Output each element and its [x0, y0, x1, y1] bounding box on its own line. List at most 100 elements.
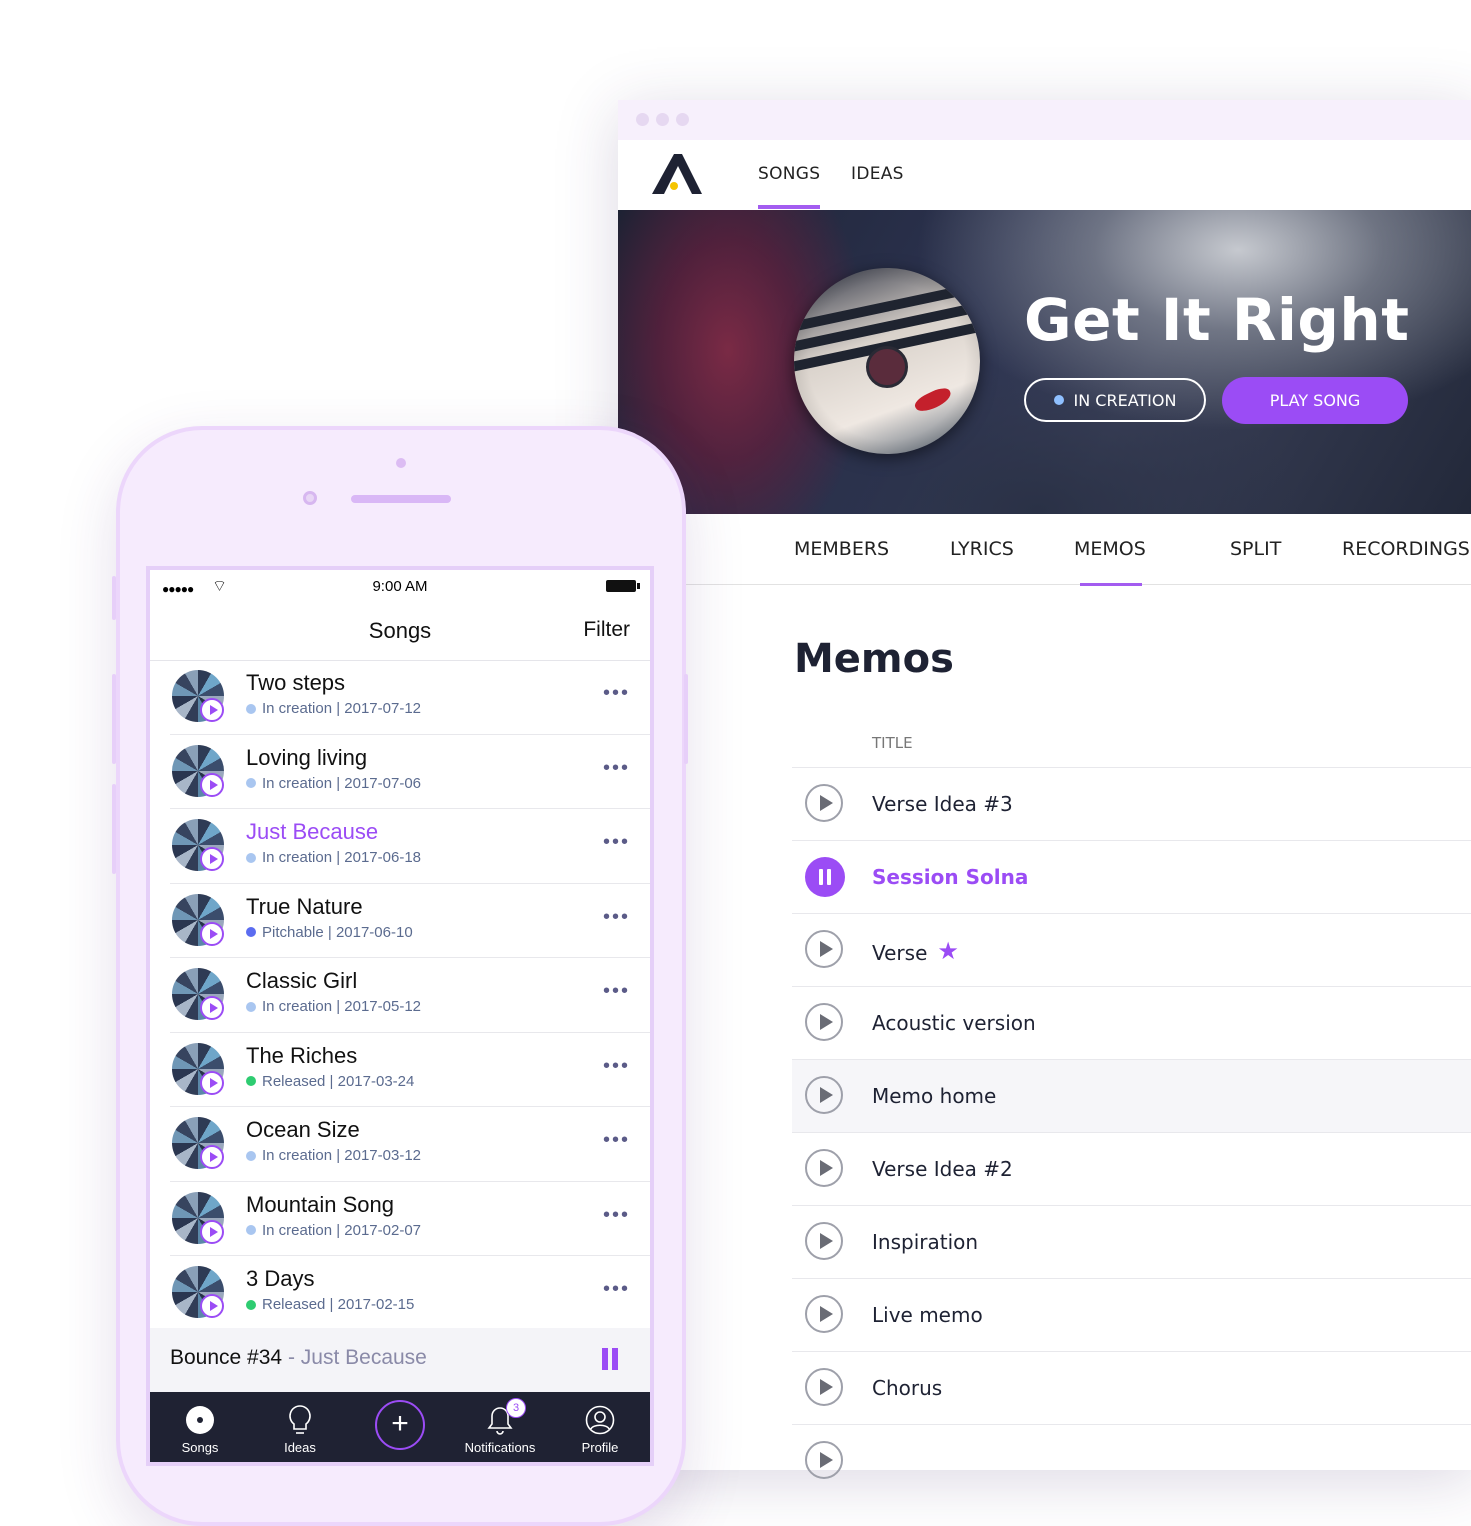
window-maximize-dot[interactable]: [676, 113, 689, 126]
song-row[interactable]: 3 Days Released | 2017-02-15 •••: [170, 1256, 650, 1330]
sensor: [396, 458, 406, 468]
more-options-icon[interactable]: •••: [603, 1055, 630, 1078]
more-options-icon[interactable]: •••: [603, 757, 630, 780]
play-icon[interactable]: [200, 772, 224, 797]
memo-row[interactable]: Verse Idea #3: [792, 767, 1471, 840]
more-options-icon[interactable]: •••: [603, 906, 630, 929]
tab-label: Notifications: [464, 1440, 536, 1455]
play-song-button[interactable]: PLAY SONG: [1222, 377, 1408, 424]
tab-memos[interactable]: MEMOS: [1074, 538, 1146, 586]
song-meta: Pitchable | 2017-06-10: [246, 924, 413, 941]
now-playing-title: Bounce #34 - Just Because: [170, 1346, 427, 1370]
memo-row[interactable]: Chorus: [792, 1351, 1471, 1424]
play-icon[interactable]: [805, 1003, 843, 1041]
play-icon[interactable]: [805, 1222, 843, 1260]
tab-members[interactable]: MEMBERS: [794, 538, 889, 560]
song-row[interactable]: Mountain Song In creation | 2017-02-07 •••: [170, 1182, 650, 1256]
play-icon[interactable]: [200, 996, 224, 1020]
mute-switch[interactable]: [112, 576, 116, 620]
volume-down-button[interactable]: [112, 784, 116, 874]
status-dot-icon: [246, 927, 256, 937]
song-status-date: In creation | 2017-03-12: [262, 1147, 422, 1164]
add-button[interactable]: +: [375, 1400, 425, 1450]
play-icon[interactable]: [805, 1295, 843, 1333]
play-icon[interactable]: [200, 921, 224, 946]
song-title: Two steps: [246, 670, 346, 695]
tab-ideas[interactable]: Ideas: [250, 1402, 350, 1455]
nav-songs[interactable]: SONGS: [758, 164, 821, 209]
song-title: The Riches: [246, 1042, 358, 1068]
pause-icon[interactable]: [602, 1348, 620, 1372]
song-row[interactable]: Two steps In creation | 2017-07-12 •••: [170, 660, 650, 735]
play-icon[interactable]: [805, 784, 843, 822]
status-dot-icon: [1053, 395, 1064, 405]
song-title: Classic Girl: [246, 968, 358, 993]
song-status-date: In creation | 2017-07-12: [262, 700, 422, 717]
tab-songs[interactable]: Songs: [150, 1402, 250, 1455]
song-row[interactable]: The Riches Released | 2017-03-24 •••: [170, 1033, 650, 1107]
song-title: Ocean Size: [246, 1117, 360, 1142]
play-icon[interactable]: [805, 1076, 843, 1114]
window-close-dot[interactable]: [636, 113, 649, 126]
memo-list: Verse Idea #3 Session Solna Verse ★ Acous…: [792, 767, 1471, 1497]
memo-row[interactable]: Live memo: [792, 1278, 1471, 1351]
song-row[interactable]: Loving living In creation | 2017-07-06 •••: [170, 735, 650, 809]
song-row[interactable]: Just Because In creation | 2017-06-18 •••: [170, 809, 650, 884]
more-options-icon[interactable]: •••: [603, 831, 630, 854]
tab-label: Profile: [581, 1440, 619, 1455]
volume-up-button[interactable]: [112, 674, 116, 764]
play-icon[interactable]: [200, 698, 224, 722]
memo-row-partial[interactable]: [792, 1424, 1471, 1497]
memo-row[interactable]: Acoustic version: [792, 986, 1471, 1059]
play-icon[interactable]: [805, 1441, 843, 1479]
tab-recordings[interactable]: RECORDINGS: [1342, 538, 1470, 560]
status-pill[interactable]: IN CREATION: [1024, 378, 1206, 422]
power-button[interactable]: [684, 674, 688, 764]
tab-split[interactable]: SPLIT: [1230, 538, 1281, 560]
play-icon[interactable]: [200, 1070, 224, 1095]
play-icon[interactable]: [200, 1145, 224, 1169]
song-row[interactable]: Classic Girl In creation | 2017-05-12 •••: [170, 958, 650, 1033]
more-options-icon[interactable]: •••: [603, 1129, 630, 1152]
pause-icon[interactable]: [805, 857, 845, 897]
status-dot-icon: [246, 1001, 256, 1012]
now-playing-track: Bounce #34: [170, 1346, 283, 1369]
now-playing-bar[interactable]: Bounce #34 - Just Because: [150, 1328, 650, 1392]
memo-title: Acoustic version: [872, 1011, 1036, 1035]
play-icon[interactable]: [200, 847, 224, 871]
user-icon: [550, 1402, 650, 1438]
play-icon[interactable]: [805, 930, 843, 968]
nav-ideas[interactable]: IDEAS: [851, 164, 904, 184]
song-meta: In creation | 2017-07-06: [246, 775, 421, 792]
memo-row[interactable]: Verse Idea #2: [792, 1132, 1471, 1205]
memo-row[interactable]: Memo home: [792, 1059, 1471, 1132]
tab-lyrics[interactable]: LYRICS: [950, 538, 1014, 560]
status-time: 9:00 AM: [372, 578, 428, 595]
more-options-icon[interactable]: •••: [603, 682, 630, 705]
more-options-icon[interactable]: •••: [603, 980, 630, 1003]
more-options-icon[interactable]: •••: [603, 1278, 630, 1301]
song-cover-art: [794, 268, 980, 454]
filter-button[interactable]: Filter: [583, 618, 630, 642]
app-logo-icon[interactable]: [652, 154, 702, 196]
memos-heading: Memos: [794, 636, 954, 682]
memo-title-wrap: Verse ★: [872, 937, 959, 966]
memo-title: Session Solna: [872, 865, 1029, 889]
more-options-icon[interactable]: •••: [603, 1204, 630, 1227]
memo-row[interactable]: Verse ★: [792, 913, 1471, 986]
play-icon[interactable]: [200, 1219, 224, 1244]
memo-row[interactable]: Session Solna: [792, 840, 1471, 913]
memo-row[interactable]: Inspiration: [792, 1205, 1471, 1278]
tab-profile[interactable]: Profile: [550, 1402, 650, 1455]
song-tabs: MEMBERS LYRICS MEMOS SPLIT RECORDINGS: [618, 514, 1471, 586]
song-row[interactable]: Ocean Size In creation | 2017-03-12 •••: [170, 1107, 650, 1182]
play-icon[interactable]: [200, 1294, 224, 1318]
star-icon[interactable]: ★: [937, 937, 959, 965]
song-status-date: Released | 2017-03-24: [262, 1072, 415, 1090]
play-icon[interactable]: [805, 1149, 843, 1187]
page-title: Songs: [368, 618, 432, 643]
tab-notifications[interactable]: 3 Notifications: [450, 1398, 550, 1455]
play-icon[interactable]: [805, 1368, 843, 1406]
window-minimize-dot[interactable]: [656, 113, 669, 126]
song-row[interactable]: True Nature Pitchable | 2017-06-10 •••: [170, 884, 650, 958]
